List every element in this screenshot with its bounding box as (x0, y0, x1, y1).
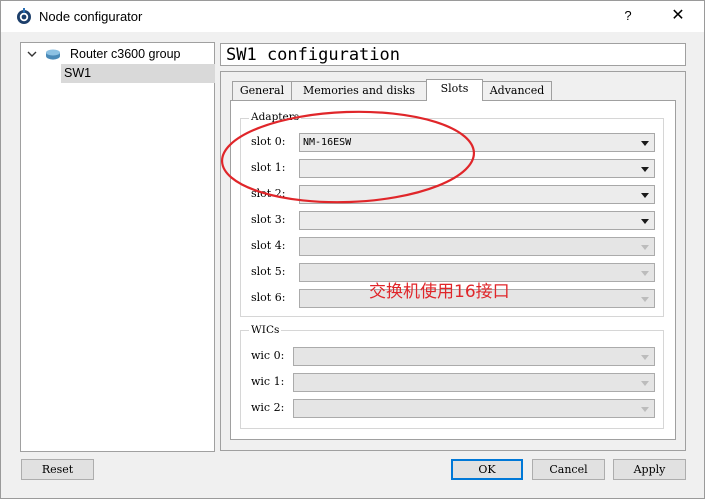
wic-1-label: wic 1: (251, 375, 285, 388)
slot-5-label: slot 5: (251, 265, 286, 278)
adapters-group-title: Adapters (249, 111, 302, 123)
dropdown-arrow-icon (641, 271, 649, 276)
tree-group-label: Router c3600 group (70, 47, 181, 61)
dropdown-arrow-icon (641, 219, 649, 224)
apply-button[interactable]: Apply (613, 459, 686, 480)
dropdown-arrow-icon (641, 297, 649, 302)
router-icon (46, 49, 60, 60)
close-button[interactable]: ✕ (658, 1, 698, 31)
wic-2-label: wic 2: (251, 401, 285, 414)
dropdown-arrow-icon (641, 141, 649, 146)
cancel-button[interactable]: Cancel (532, 459, 605, 480)
slot-0-label: slot 0: (251, 135, 286, 148)
slot-3-label: slot 3: (251, 213, 286, 226)
wic-2-select[interactable] (293, 399, 655, 418)
chevron-down-icon[interactable] (26, 45, 38, 64)
tree-item-sw1-label: SW1 (64, 66, 92, 80)
wics-group-title: WICs (249, 324, 282, 336)
node-tree[interactable]: Router c3600 group SW1 (20, 42, 215, 452)
dropdown-arrow-icon (641, 245, 649, 250)
slot-2-select[interactable] (299, 185, 655, 204)
tab-advanced[interactable]: Advanced (482, 81, 552, 100)
slot-1-select[interactable] (299, 159, 655, 178)
slot-4-select[interactable] (299, 237, 655, 256)
page-title: SW1 configuration (220, 43, 686, 66)
tree-item-sw1[interactable]: SW1 (61, 64, 215, 83)
dropdown-arrow-icon (641, 355, 649, 360)
slot-4-label: slot 4: (251, 239, 286, 252)
dropdown-arrow-icon (641, 193, 649, 198)
dropdown-arrow-icon (641, 167, 649, 172)
dropdown-arrow-icon (641, 407, 649, 412)
tab-slots[interactable]: Slots (426, 79, 483, 101)
help-button[interactable]: ? (613, 1, 643, 31)
slot-3-select[interactable] (299, 211, 655, 230)
title-bar: Node configurator ? ✕ (1, 1, 704, 32)
wic-0-select[interactable] (293, 347, 655, 366)
node-configurator-window: Node configurator ? ✕ Router c3600 group… (0, 0, 705, 499)
wic-1-select[interactable] (293, 373, 655, 392)
slot-2-label: slot 2: (251, 187, 286, 200)
slot-0-value: NM-16ESW (303, 137, 352, 148)
wic-0-label: wic 0: (251, 349, 285, 362)
slot-1-label: slot 1: (251, 161, 286, 174)
slot-0-select[interactable]: NM-16ESW (299, 133, 655, 152)
slot-6-label: slot 6: (251, 291, 286, 304)
annotation-text: 交换机使用16接口 (369, 282, 510, 302)
tree-item-router-group[interactable]: Router c3600 group (21, 45, 214, 64)
slots-tab-panel: Adapters slot 0: NM-16ESW slot 1: slot 2… (230, 100, 676, 440)
reset-button[interactable]: Reset (21, 459, 94, 480)
gns3-app-icon (17, 8, 31, 24)
ok-button[interactable]: OK (451, 459, 523, 480)
tab-general[interactable]: General (232, 81, 292, 100)
dropdown-arrow-icon (641, 381, 649, 386)
tab-memories-and-disks[interactable]: Memories and disks (291, 81, 427, 100)
window-title: Node configurator (39, 9, 143, 24)
